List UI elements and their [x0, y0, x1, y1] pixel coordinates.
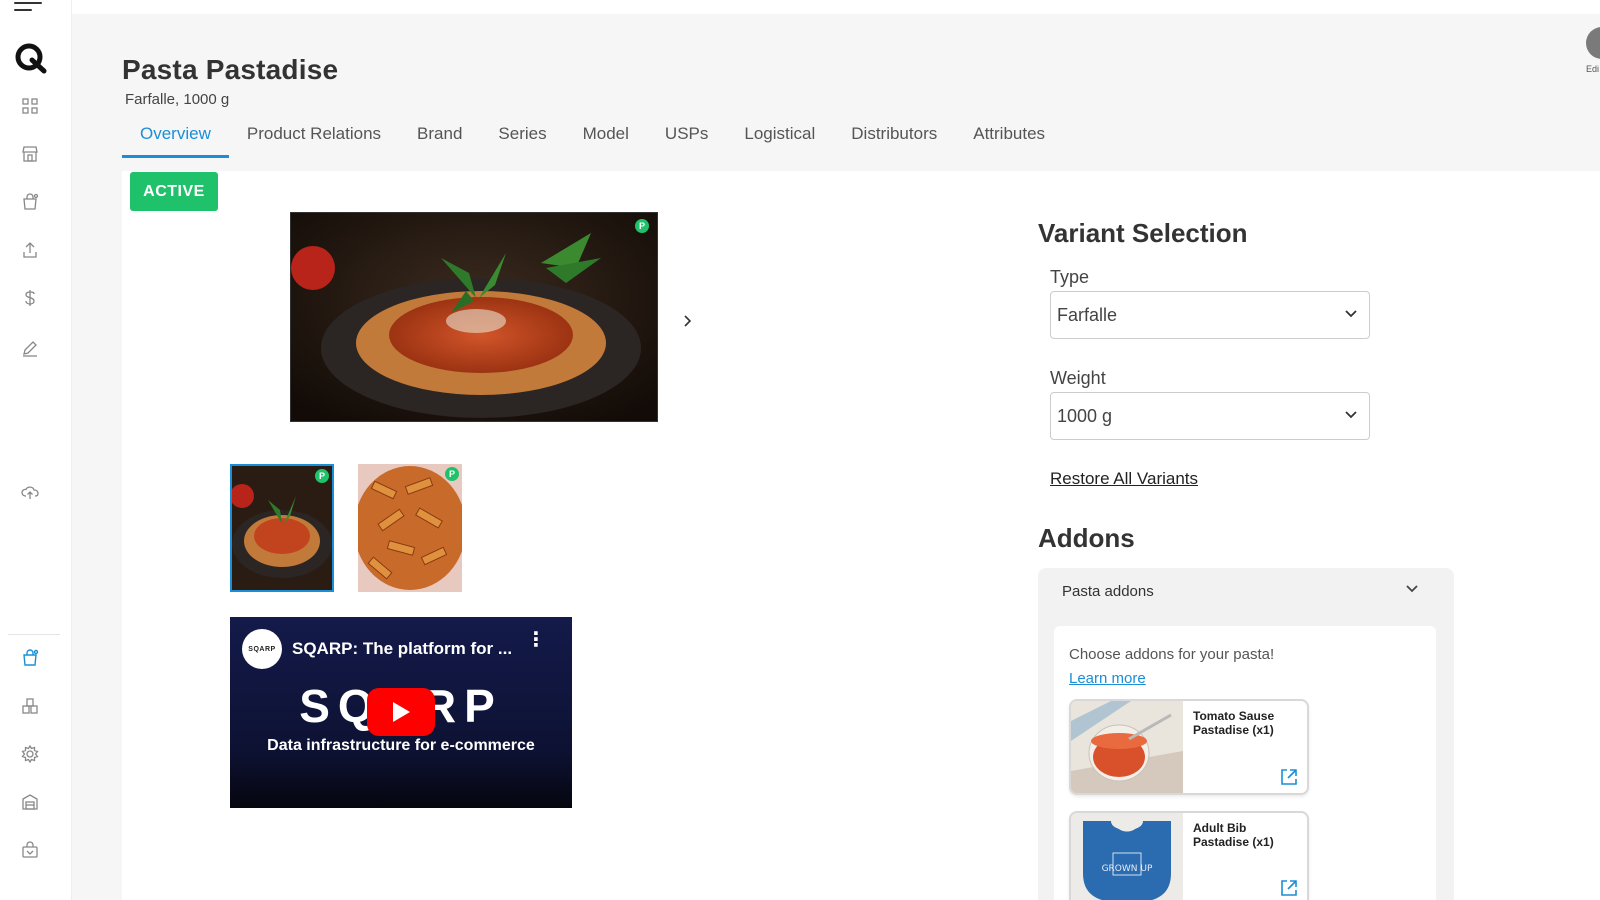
bib-print-text: GROWN UP — [1102, 864, 1153, 874]
chevron-right-icon — [684, 315, 692, 327]
page-title: Pasta Pastadise — [122, 54, 339, 85]
page-subtitle: Farfalle, 1000 g — [125, 91, 230, 108]
avatar-label: Edi — [1586, 64, 1600, 74]
learn-more-link[interactable]: Learn more — [1069, 670, 1146, 687]
warehouse-icon[interactable] — [20, 792, 40, 812]
penne-thumb-photo — [358, 464, 462, 592]
tab-bar: Overview Product Relations Brand Series … — [122, 114, 1063, 158]
weight-select-value: 1000 g — [1057, 405, 1113, 426]
weight-select[interactable]: 1000 g — [1050, 392, 1370, 440]
type-select[interactable]: Farfalle — [1050, 291, 1370, 339]
chevron-down-icon — [1345, 411, 1357, 419]
addon-name: Adult Bib Pastadise (x1) — [1193, 821, 1274, 849]
sidebar-divider — [8, 634, 60, 635]
menu-icon[interactable] — [14, 2, 42, 18]
pasta-thumb-photo — [232, 466, 332, 590]
weight-label: Weight — [1050, 368, 1106, 388]
dollar-icon[interactable] — [20, 288, 40, 308]
tab-attributes[interactable]: Attributes — [955, 114, 1063, 158]
addons-group-label[interactable]: Pasta addons — [1062, 583, 1154, 600]
upload-icon[interactable] — [20, 240, 40, 260]
external-link-icon[interactable] — [1279, 878, 1299, 898]
published-badge: P — [315, 469, 329, 483]
sidebar — [0, 0, 72, 900]
tab-brand[interactable]: Brand — [399, 114, 480, 158]
product-icon[interactable] — [20, 648, 40, 668]
addons-title: Addons — [1038, 523, 1135, 553]
published-badge: P — [445, 467, 459, 481]
tab-logistical[interactable]: Logistical — [726, 114, 833, 158]
store-icon[interactable] — [20, 144, 40, 164]
variant-selection-title: Variant Selection — [1038, 218, 1248, 248]
play-icon — [393, 702, 410, 722]
addon-card-adult-bib[interactable]: GROWN UP Adult Bib Pastadise (x1) — [1069, 811, 1309, 900]
type-select-value: Farfalle — [1057, 304, 1118, 325]
tab-distributors[interactable]: Distributors — [833, 114, 955, 158]
more-vert-icon[interactable]: ⋮ — [526, 630, 546, 650]
tab-overview[interactable]: Overview — [122, 114, 229, 158]
published-badge: P — [635, 219, 649, 233]
thumbnail-1[interactable]: P — [230, 464, 334, 592]
tab-series[interactable]: Series — [480, 114, 564, 158]
top-bar — [72, 0, 1600, 14]
addon-image: GROWN UP — [1071, 813, 1183, 900]
bundle-icon[interactable] — [20, 696, 40, 716]
tab-usps[interactable]: USPs — [647, 114, 726, 158]
thumbnail-2[interactable]: P — [358, 464, 462, 592]
settings-icon[interactable] — [20, 744, 40, 764]
status-badge: ACTIVE — [130, 172, 218, 211]
addon-name: Tomato Sause Pastadise (x1) — [1193, 709, 1275, 737]
addons-description: Choose addons for your pasta! — [1069, 646, 1275, 663]
external-link-icon[interactable] — [1279, 767, 1299, 787]
main-product-image[interactable]: P — [290, 212, 658, 422]
play-button[interactable] — [367, 688, 435, 736]
addon-card-tomato-sauce[interactable]: Tomato Sause Pastadise (x1) — [1069, 699, 1309, 795]
edit-icon[interactable] — [20, 338, 40, 358]
cloud-icon[interactable] — [20, 482, 40, 502]
tab-product-relations[interactable]: Product Relations — [229, 114, 399, 158]
video-player[interactable]: SQARP SQARP: The platform for ... ⋮ SQAR… — [230, 617, 572, 808]
bag-icon[interactable] — [20, 840, 40, 860]
avatar[interactable] — [1586, 27, 1600, 59]
logo-icon[interactable] — [12, 40, 48, 76]
next-image-button[interactable] — [682, 312, 694, 333]
tab-model[interactable]: Model — [565, 114, 647, 158]
restore-all-variants-link[interactable]: Restore All Variants — [1050, 469, 1198, 489]
chevron-down-icon[interactable] — [1404, 580, 1420, 596]
addon-image — [1071, 701, 1183, 793]
chevron-down-icon — [1345, 310, 1357, 318]
pasta-photo — [291, 213, 657, 421]
video-title[interactable]: SQARP: The platform for ... — [292, 639, 512, 659]
video-tagline: Data infrastructure for e-commerce — [267, 737, 535, 754]
dashboard-icon[interactable] — [20, 96, 40, 116]
video-channel-avatar[interactable]: SQARP — [242, 629, 282, 669]
product-icon[interactable] — [20, 192, 40, 212]
type-label: Type — [1050, 267, 1090, 287]
